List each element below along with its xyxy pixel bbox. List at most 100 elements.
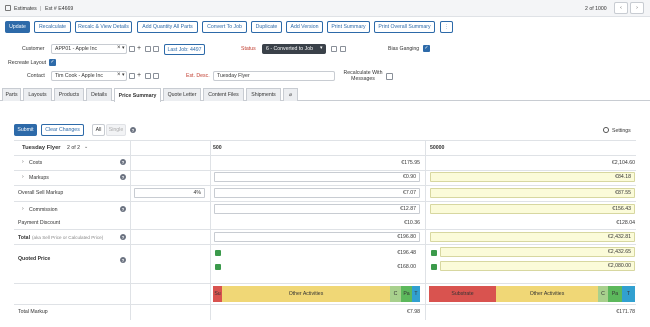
chevron-right-icon[interactable]: › [630,2,644,14]
gear-icon[interactable] [603,127,609,133]
estimates-icon [5,5,11,11]
markups-q1-input[interactable]: €0.90 [214,172,420,182]
commission-q1: €12.87 [400,206,416,212]
markups-q2: €84.18 [615,174,631,180]
costs-q1: €175.95 [401,160,420,166]
thumbs-up-icon[interactable] [431,264,437,270]
open-icon[interactable] [129,73,135,79]
tab-products[interactable]: Products [54,88,84,101]
chevron-right-icon[interactable]: › [22,174,24,180]
add-icon[interactable]: + [137,72,143,79]
quoted-price-q2b-input[interactable]: €2,080.00 [440,261,635,271]
tab-layouts[interactable]: Layouts [23,88,52,101]
contact-field[interactable]: Tim Cook - Apple Inc [51,71,127,81]
help-icon[interactable]: ? [130,127,136,133]
chevron-down-icon[interactable]: ▾ [122,72,125,78]
chevron-down-icon[interactable]: ▾ [320,45,323,51]
bias-ganging-checkbox[interactable]: ✓ [423,45,430,52]
est-desc-value: Tuesday Flyer [217,73,250,79]
help-icon[interactable]: ? [120,206,126,212]
grid-line [425,140,426,320]
status-value: 6 - Converted to Job [266,46,314,52]
tab-content-files[interactable]: Content Files [203,88,244,101]
thumbs-up-icon[interactable] [215,264,221,270]
submit-button[interactable]: Submit [14,124,37,136]
tab-shipments[interactable]: Shipments [246,88,281,101]
copy-icon[interactable] [153,46,159,52]
add-quantity-button[interactable]: Add Quantity All Parts [137,21,198,33]
costs-label: Costs [29,160,43,166]
tab-price-summary[interactable]: Price Summary [114,88,161,102]
breakdown-segment: Substrate [429,286,496,302]
edit-icon[interactable] [145,46,151,52]
costs-q2: €2,104.60 [611,160,635,166]
single-toggle[interactable]: Single [106,124,126,136]
help-icon[interactable]: ? [120,159,126,165]
est-desc-field[interactable]: Tuesday Flyer [213,71,335,81]
clear-changes-button[interactable]: Clear Changes [41,124,84,136]
quoted-price-q1a: €196.48 [397,250,416,256]
copy-icon[interactable] [340,46,346,52]
update-button[interactable]: Update [5,21,30,33]
quantity-header-50000: 50000 [430,145,445,151]
add-icon[interactable]: + [137,45,143,52]
more-options-button[interactable]: ⋮ [440,21,453,33]
thumbs-up-icon[interactable] [431,250,437,256]
open-icon[interactable] [129,46,135,52]
chevron-down-icon[interactable]: ⌄ [84,144,88,150]
help-icon[interactable]: ? [120,257,126,263]
recreate-layout-checkbox[interactable]: ✓ [49,59,56,66]
chevron-down-icon[interactable]: ▾ [122,45,125,51]
commission-q1-input[interactable]: €12.87 [214,204,420,214]
quoted-price-q2a-input[interactable]: €2,432.65 [440,247,635,257]
overall-markup-pct-input[interactable]: 4% [134,188,205,198]
chevron-right-icon[interactable]: › [22,206,24,212]
copy-icon[interactable] [153,73,159,79]
grid-line [130,140,131,320]
payment-discount-q1: €10.36 [404,220,420,226]
help-icon[interactable]: ? [120,234,126,240]
breadcrumb-root[interactable]: Estimates [14,6,37,12]
customer-label: Customer [22,46,45,52]
chevron-left-icon[interactable]: ‹ [614,2,628,14]
overall-markup-q1-input[interactable]: €7.07 [214,188,420,198]
open-icon[interactable] [331,46,337,52]
chevron-right-icon[interactable]: › [22,159,24,165]
breakdown-segment: T [412,286,420,302]
recalculate-button[interactable]: Recalculate [34,21,71,33]
customer-field[interactable]: APP01 - Apple Inc [51,44,127,54]
breadcrumb-separator: | [40,6,42,12]
breakdown-segment: Other Activities [496,286,598,302]
grid-line [14,283,636,284]
markups-q2-input[interactable]: €84.18 [430,172,635,182]
duplicate-button[interactable]: Duplicate [251,21,282,33]
quantity-header-500: 500 [213,145,222,151]
contact-value: Tim Cook - Apple Inc [55,73,103,79]
clear-icon[interactable]: × [117,45,121,51]
status-label: Status [241,46,256,52]
tab-attachments[interactable]: ⌀ [283,88,298,101]
help-icon[interactable]: ? [120,174,126,180]
print-summary-button[interactable]: Print Summary [327,21,370,33]
commission-q2-input[interactable]: €156.43 [430,204,635,214]
convert-to-job-button[interactable]: Convert To Job [202,21,247,33]
print-overall-summary-button[interactable]: Print Overall Summary [374,21,435,33]
grid-line [14,170,636,171]
status-select[interactable]: 6 - Converted to Job [262,44,326,54]
last-job-button[interactable]: Last Job: 4497 [164,44,205,55]
clear-icon[interactable]: × [117,72,121,78]
quoted-price-q1b: €168.00 [397,264,416,270]
total-markup-q2: €171.78 [616,309,635,315]
add-version-button[interactable]: Add Version [286,21,323,33]
edit-icon[interactable] [145,73,151,79]
tab-details[interactable]: Details [86,88,112,101]
all-toggle[interactable]: All [92,124,105,136]
thumbs-up-icon[interactable] [215,250,221,256]
tab-parts[interactable]: Parts [2,88,21,101]
est-desc-label: Est. Desc. [186,73,210,79]
settings-link[interactable]: Settings [612,128,631,134]
recalc-view-details-button[interactable]: Recalc & View Details [75,21,132,33]
overall-markup-q2-input[interactable]: €87.55 [430,188,635,198]
recalc-messages-checkbox[interactable] [386,73,393,80]
tab-quote-letter[interactable]: Quote Letter [163,88,201,101]
